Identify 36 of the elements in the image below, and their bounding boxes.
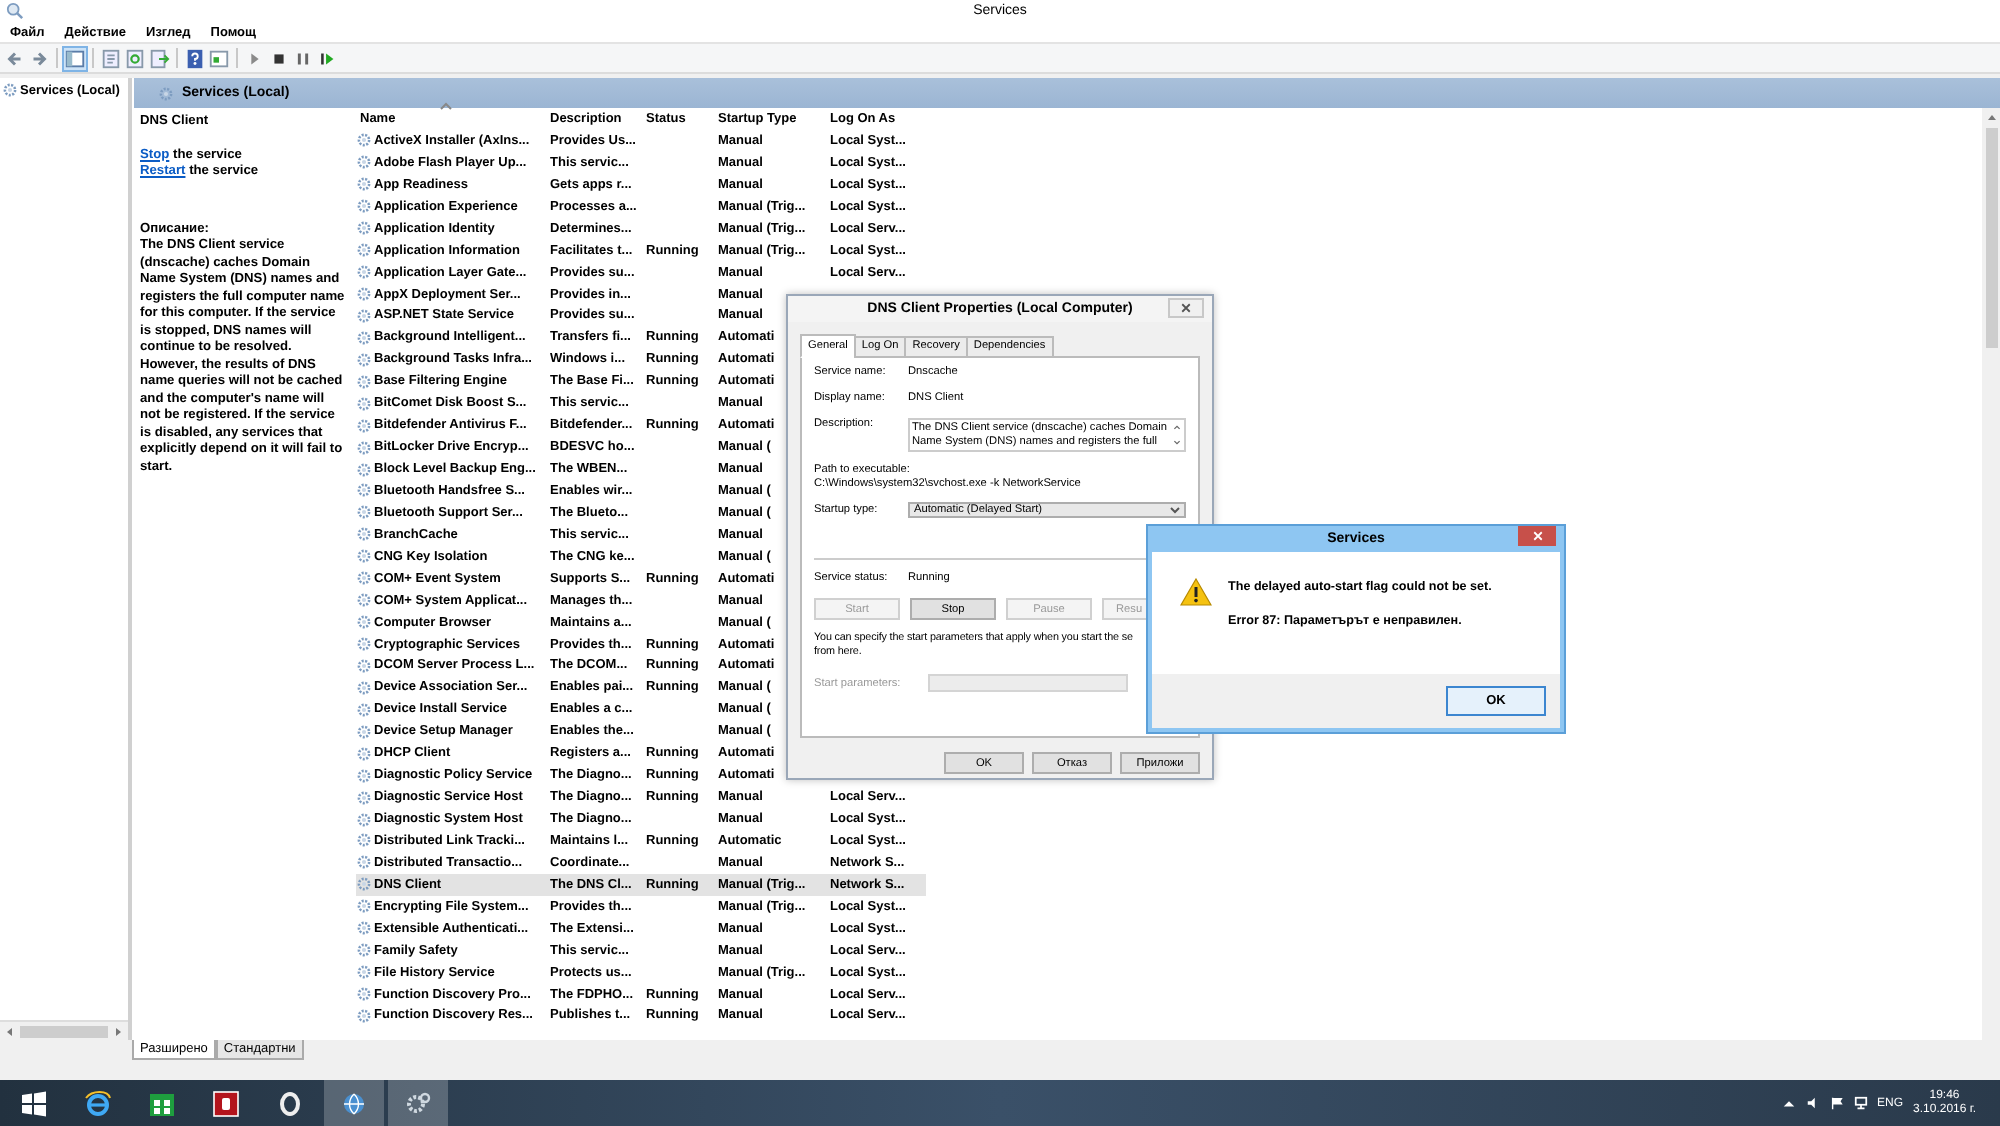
caret-icon <box>1170 506 1180 514</box>
scrollbar[interactable] <box>1982 108 2000 1040</box>
ring-icon[interactable] <box>276 1089 304 1117</box>
globe-icon[interactable] <box>340 1089 368 1117</box>
close-button[interactable] <box>1518 526 1556 546</box>
gear-icon[interactable] <box>404 1089 432 1117</box>
up-arrow-icon[interactable] <box>1781 1096 1795 1110</box>
scroll-arrows-icon[interactable] <box>1172 422 1182 448</box>
scrollbar[interactable] <box>0 1020 128 1040</box>
browser-icon[interactable] <box>84 1089 112 1117</box>
scrollbar-thumb[interactable] <box>20 1025 108 1037</box>
back-arrow-icon[interactable] <box>4 47 26 69</box>
view-icon[interactable] <box>208 47 230 69</box>
speaker-icon[interactable] <box>1805 1096 1819 1110</box>
scrollbar-thumb[interactable] <box>1985 128 1997 348</box>
left-arrow-icon[interactable] <box>4 1025 16 1037</box>
console-tree-icon[interactable] <box>64 47 86 69</box>
warning-icon <box>1180 578 1212 606</box>
store-icon[interactable] <box>148 1089 176 1117</box>
right-arrow-icon[interactable] <box>112 1025 124 1037</box>
network-icon[interactable] <box>1853 1096 1867 1110</box>
close-icon <box>1180 302 1192 314</box>
gear-icon <box>2 82 18 98</box>
windows-logo-icon[interactable] <box>20 1089 48 1117</box>
flag-icon[interactable] <box>1829 1096 1843 1110</box>
export-icon[interactable] <box>148 47 170 69</box>
close-button[interactable] <box>1168 298 1204 318</box>
refresh-icon[interactable] <box>124 47 146 69</box>
gear-icon <box>158 85 174 101</box>
forward-arrow-icon[interactable] <box>28 47 50 69</box>
properties-icon[interactable] <box>100 47 122 69</box>
app-icon[interactable] <box>212 1089 240 1117</box>
app-icon <box>6 2 24 20</box>
sort-icon <box>440 102 452 110</box>
close-icon <box>1531 530 1543 542</box>
help-icon[interactable] <box>184 47 206 69</box>
